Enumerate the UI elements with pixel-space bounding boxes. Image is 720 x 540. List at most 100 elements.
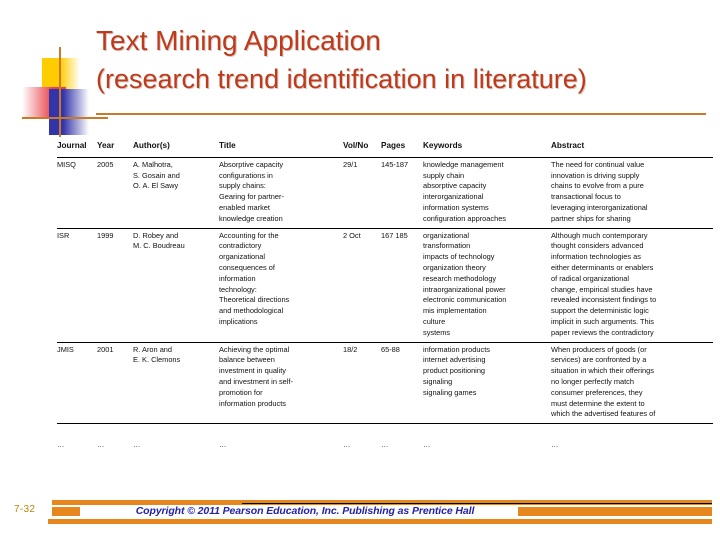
- cell-text-line: innovation is driving supply: [551, 170, 640, 180]
- cell-text-line: promotion for: [219, 387, 263, 397]
- cell-authors: A. Malhotra, S. Gosain and O. A. El Sawy: [133, 157, 219, 229]
- cell-text-line: information technologies as: [551, 252, 641, 262]
- cell-text-line: technology:: [219, 284, 257, 294]
- cell-text-line: paper reviews the contradictory: [551, 327, 654, 337]
- literature-table: Journal Year Author(s) Title Vol/No Page…: [57, 139, 713, 455]
- cell-text-line: M. C. Boudreau: [133, 241, 185, 251]
- cell-ellipsis-year: …: [97, 440, 105, 450]
- cell-text-line: information: [219, 273, 256, 283]
- cell-text-line: When producers of goods (or: [551, 344, 647, 354]
- title-divider: [96, 113, 706, 115]
- cell-text-line: signaling games: [423, 387, 477, 397]
- cell-text-line: leveraging interorganizational: [551, 202, 648, 212]
- cell-ellipsis-title: …: [219, 440, 227, 450]
- cell-text-line: R. Aron and: [133, 344, 173, 354]
- cell-journal: JMIS: [57, 342, 97, 425]
- table-header-row: Journal Year Author(s) Title Vol/No Page…: [57, 139, 713, 158]
- cell-text-line: organization theory: [423, 262, 486, 272]
- cell-text-line: Accounting for the: [219, 230, 279, 240]
- column-header-volno: Vol/No: [343, 139, 381, 158]
- footer-hairline: [242, 503, 712, 504]
- cell-text-line: partner ships for sharing: [551, 213, 631, 223]
- logo-blue-square: [49, 89, 89, 135]
- cell-text-line: A. Malhotra,: [133, 159, 173, 169]
- page-title: Text Mining Application (research trend …: [96, 22, 706, 98]
- cell-text-line: which the advertised features of: [551, 409, 656, 419]
- slide-number: 7-32: [14, 504, 36, 515]
- cell-pages: 167 185: [381, 228, 423, 343]
- cell-text-line: Although much contemporary: [551, 230, 648, 240]
- table-row: MISQ 2005 A. Malhotra, S. Gosain and O. A.…: [57, 157, 713, 229]
- cell-keywords: knowledge management supply chain absorpti…: [423, 157, 551, 229]
- cell-text-line: knowledge creation: [219, 213, 283, 223]
- cell-text-line: no longer perfectly match: [551, 376, 634, 386]
- column-header-authors: Author(s): [133, 139, 219, 158]
- cell-text-line: interorganizational: [423, 192, 484, 202]
- cell-text-line: O. A. El Sawy: [133, 181, 179, 191]
- cell-text-line: change, empirical studies have: [551, 284, 653, 294]
- cell-text-line: either determinants or enablers: [551, 262, 654, 272]
- cell-text-line: impacts of technology: [423, 252, 495, 262]
- column-header-journal: Journal: [57, 139, 97, 158]
- cell-text-line: organizational: [219, 252, 266, 262]
- cell-text-line: consumer preferences, they: [551, 387, 643, 397]
- title-main: Text Mining Application: [96, 25, 381, 56]
- cell-text-line: transactional focus to: [551, 192, 621, 202]
- cell-abstract: When producers of goods (or services) are…: [551, 342, 713, 425]
- cell-text-line: transformation: [423, 241, 471, 251]
- cell-text-line: implications: [219, 316, 258, 326]
- cell-ellipsis-journal: …: [57, 440, 65, 450]
- cell-text-line: and methodological: [219, 306, 284, 316]
- cell-ellipsis-keywords: …: [423, 440, 431, 450]
- cell-text-line: revealed inconsistent findings to: [551, 295, 657, 305]
- cell-text-line: implicit in such arguments. This: [551, 316, 654, 326]
- table-row: JMIS 2001 R. Aron and E. K. Clemons Achie…: [57, 342, 713, 425]
- cell-text-line: systems: [423, 327, 451, 337]
- cell-ellipsis-volno: …: [343, 440, 351, 450]
- cell-text-line: mis implementation: [423, 306, 487, 316]
- logo-vertical-rule: [59, 47, 61, 137]
- cell-volno: 29/1: [343, 157, 381, 229]
- cell-text-line: must determine the extent to: [551, 398, 645, 408]
- footer-bar-left-stub: [52, 507, 80, 516]
- cell-text-line: consequences of: [219, 262, 275, 272]
- cell-text-line: Theoretical directions: [219, 295, 290, 305]
- cell-title: Achieving the optimal balance between inve…: [219, 342, 343, 425]
- cell-keywords: organizational transformation impacts of t…: [423, 228, 551, 343]
- column-header-abstract: Abstract: [551, 139, 713, 158]
- cell-authors: D. Robey and M. C. Boudreau: [133, 228, 219, 343]
- cell-text-line: supply chains:: [219, 181, 266, 191]
- cell-text-line: organizational: [423, 230, 470, 240]
- column-header-keywords: Keywords: [423, 139, 551, 158]
- column-header-pages: Pages: [381, 139, 423, 158]
- cell-text-line: internet advertising: [423, 355, 486, 365]
- cell-year: 2005: [97, 157, 133, 229]
- cell-text-line: configurations in: [219, 170, 273, 180]
- cell-title: Absorptive capacity configurations in supp…: [219, 157, 343, 229]
- cell-text-line: supply chain: [423, 170, 465, 180]
- footer-bar-bottom: [48, 519, 712, 524]
- cell-text-line: D. Robey and: [133, 230, 179, 240]
- cell-abstract: Although much contemporary thought consid…: [551, 228, 713, 343]
- cell-text-line: contradictory: [219, 241, 262, 251]
- cell-ellipsis-pages: …: [381, 440, 389, 450]
- cell-ellipsis-authors: …: [133, 440, 141, 450]
- cell-text-line: Gearing for partner-: [219, 192, 284, 202]
- cell-pages: 65-88: [381, 342, 423, 425]
- cell-text-line: support the deterministic logic: [551, 306, 649, 316]
- logo-horizontal-rule: [22, 117, 108, 119]
- cell-journal: ISR: [57, 228, 97, 343]
- cell-text-line: information systems: [423, 202, 489, 212]
- cell-text-line: signaling: [423, 376, 453, 386]
- literature-table-container: Journal Year Author(s) Title Vol/No Page…: [57, 139, 713, 455]
- cell-text-line: thought considers advanced: [551, 241, 644, 251]
- cell-text-line: E. K. Clemons: [133, 355, 181, 365]
- column-header-year: Year: [97, 139, 133, 158]
- cell-text-line: of radical organizational: [551, 273, 630, 283]
- cell-text-line: situation in which their offerings: [551, 366, 654, 376]
- cell-volno: 18/2: [343, 342, 381, 425]
- column-header-title: Title: [219, 139, 343, 158]
- cell-keywords: information products internet advertising…: [423, 342, 551, 425]
- title-subtitle: (research trend identification in litera…: [96, 64, 587, 94]
- cell-authors: R. Aron and E. K. Clemons: [133, 342, 219, 425]
